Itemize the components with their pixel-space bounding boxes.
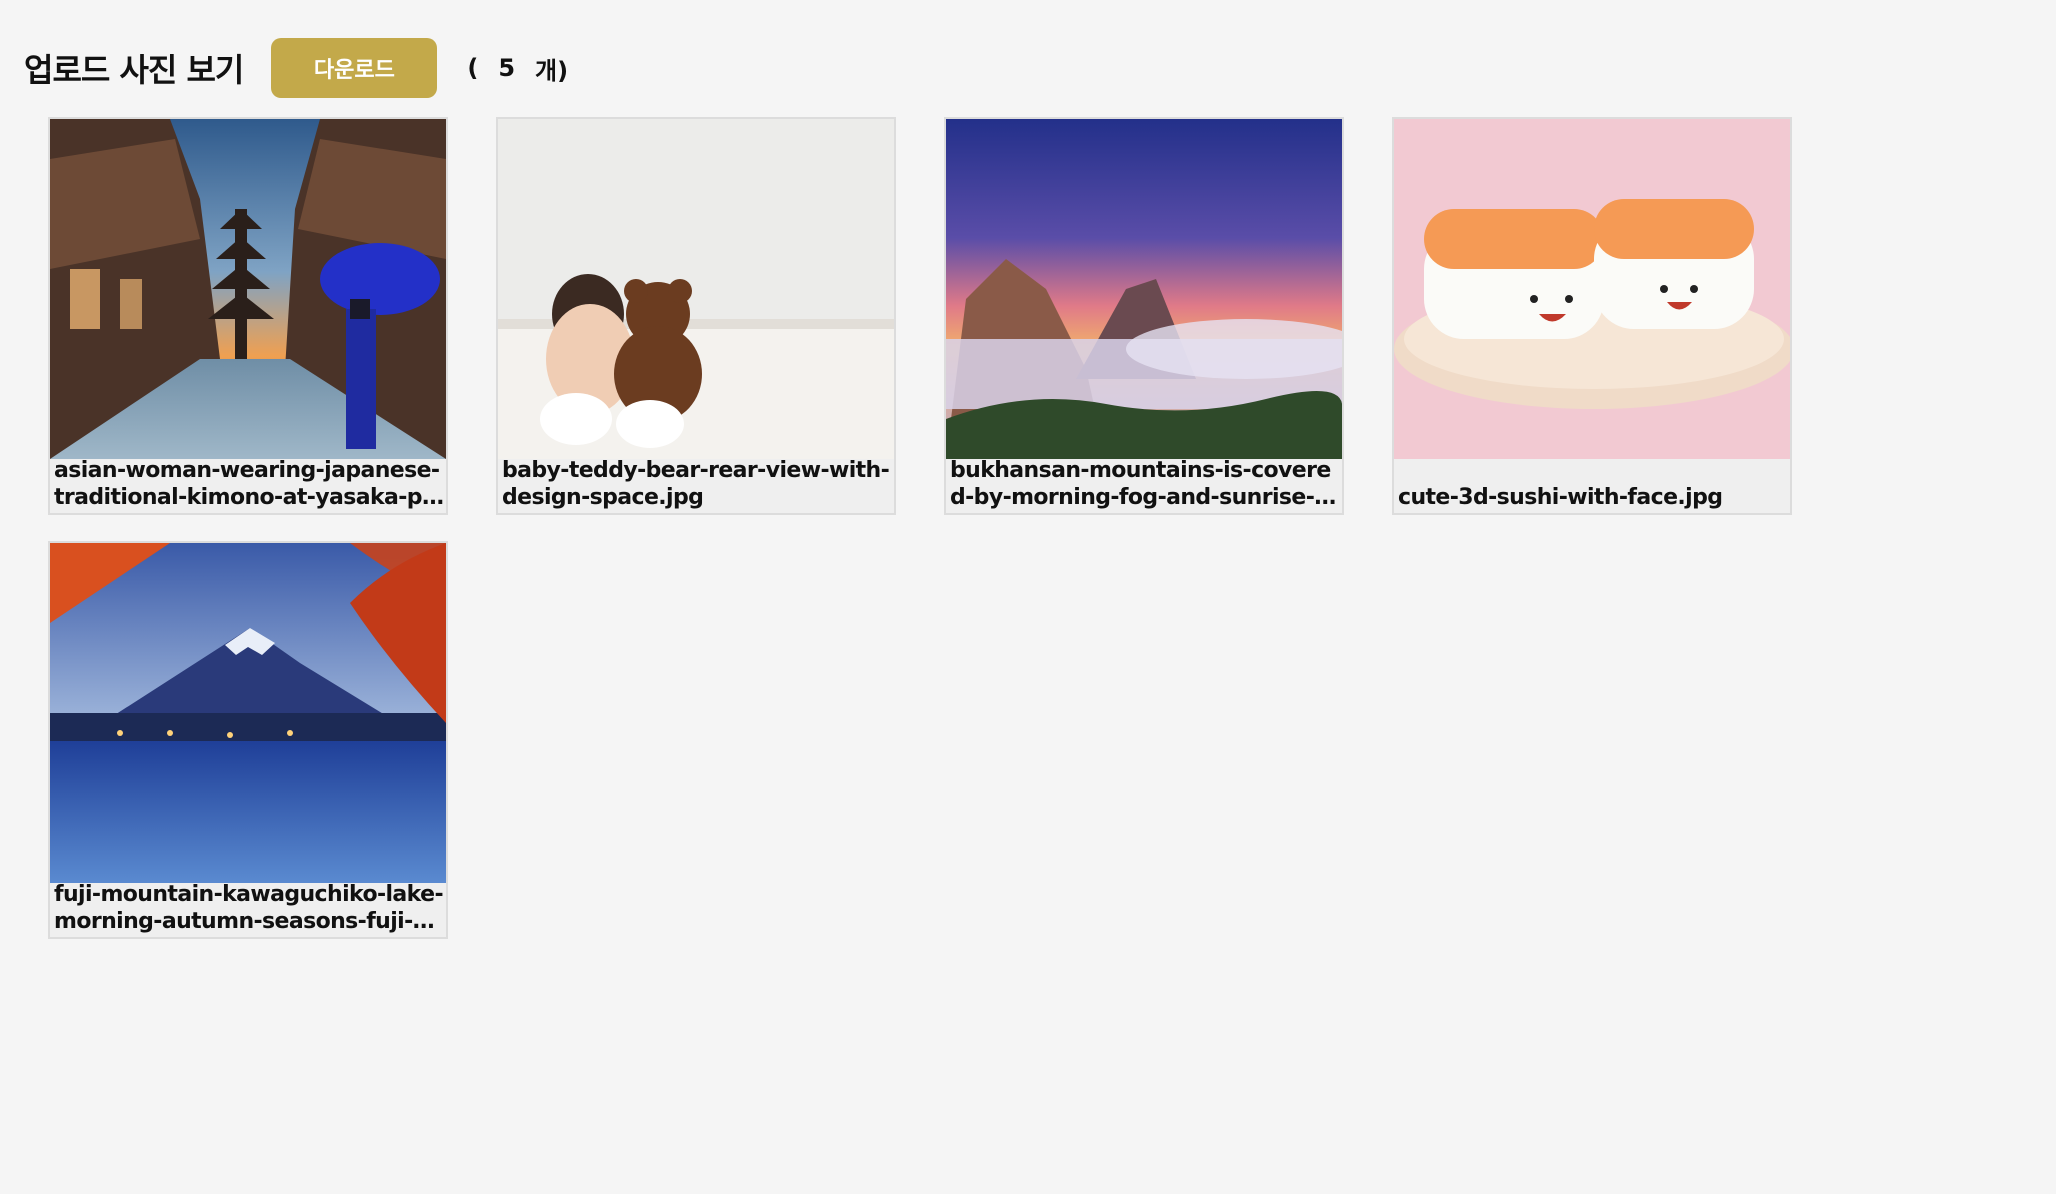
page-title: 업로드 사진 보기 xyxy=(24,51,244,89)
photo-card[interactable]: asian-woman-wearing-japanese-traditional… xyxy=(48,117,448,515)
header: 업로드 사진 보기 다운로드 ( 5 개) xyxy=(24,38,570,98)
kimono-street-photo xyxy=(50,119,446,459)
photo-filename: cute-3d-sushi-with-face.jpg xyxy=(1398,485,1723,510)
photo-card[interactable]: bukhansan-mountains-is-covered-by-mornin… xyxy=(944,117,1344,515)
photo-filename: fuji-mountain-kawaguchiko-lake-morning-a… xyxy=(54,882,444,934)
photo-viewer-page: 업로드 사진 보기 다운로드 ( 5 개) asian-woman-wearin… xyxy=(0,0,2056,1194)
count-unit: 개) xyxy=(535,56,569,85)
baby-teddy-photo xyxy=(498,119,894,459)
download-button[interactable]: 다운로드 xyxy=(271,38,438,98)
count-value: 5 xyxy=(498,54,516,82)
fuji-lake-photo xyxy=(50,543,446,883)
photo-card[interactable]: fuji-mountain-kawaguchiko-lake-morning-a… xyxy=(48,541,448,939)
photo-filename: bukhansan-mountains-is-covered-by-mornin… xyxy=(950,458,1337,510)
photo-card[interactable]: cute-3d-sushi-with-face.jpg xyxy=(1392,117,1792,515)
photo-count: ( 5 개) xyxy=(467,51,570,86)
photo-card[interactable]: baby-teddy-bear-rear-view-with-design-sp… xyxy=(496,117,896,515)
sushi-photo xyxy=(1394,119,1790,459)
photo-filename: asian-woman-wearing-japanese-traditional… xyxy=(54,458,440,510)
count-open-paren: ( xyxy=(467,54,479,82)
photo-filename: baby-teddy-bear-rear-view-with-design-sp… xyxy=(502,458,890,510)
mountain-fog-photo xyxy=(946,119,1342,459)
